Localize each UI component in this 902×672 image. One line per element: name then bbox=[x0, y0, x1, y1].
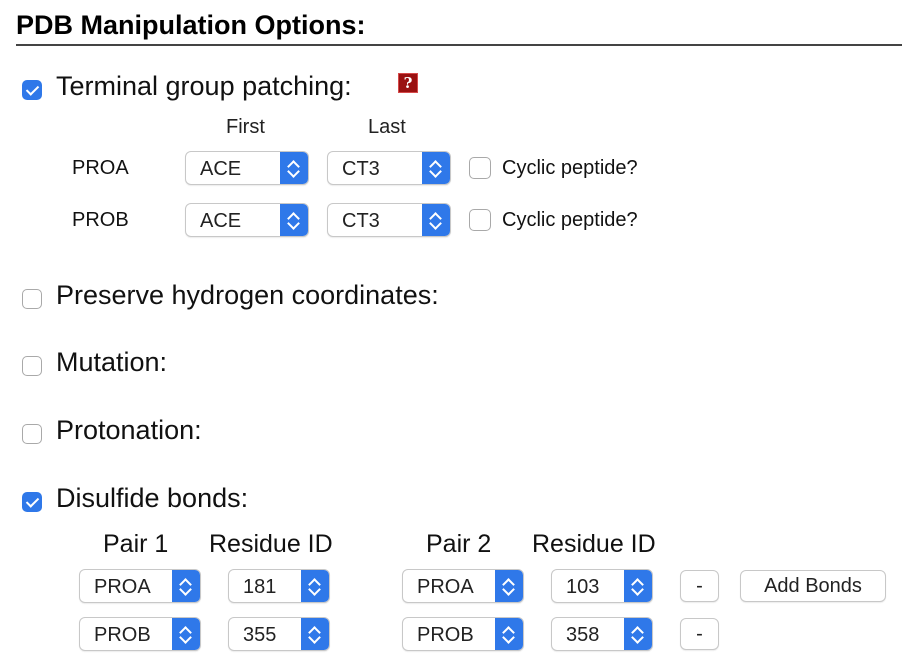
select-value: 103 bbox=[566, 576, 600, 598]
terminal-patching-label: Terminal group patching: bbox=[56, 71, 352, 101]
chevron-updown-icon bbox=[280, 152, 308, 184]
terminal-row-segment: PROA bbox=[72, 157, 129, 179]
last-terminal-select[interactable]: CT3 bbox=[327, 203, 451, 237]
pair1-segment-select[interactable]: PROA bbox=[79, 569, 201, 603]
cyclic-peptide-label: Cyclic peptide? bbox=[502, 157, 638, 179]
remove-bond-button[interactable]: - bbox=[680, 570, 719, 602]
title-divider bbox=[16, 44, 902, 46]
pair1-segment-select[interactable]: PROB bbox=[79, 617, 201, 651]
select-value: CT3 bbox=[342, 158, 380, 180]
protonation-checkbox[interactable] bbox=[22, 424, 42, 444]
last-column-header: Last bbox=[368, 116, 406, 138]
add-bonds-button[interactable]: Add Bonds bbox=[740, 570, 886, 602]
chevron-updown-icon bbox=[624, 570, 652, 602]
cyclic-peptide-checkbox[interactable] bbox=[469, 157, 491, 179]
select-value: PROB bbox=[94, 624, 151, 646]
preserve-hydrogen-checkbox[interactable] bbox=[22, 289, 42, 309]
residue2-header: Residue ID bbox=[532, 530, 656, 558]
pair1-residue-select[interactable]: 355 bbox=[228, 617, 330, 651]
first-terminal-select[interactable]: ACE bbox=[185, 203, 309, 237]
first-terminal-select[interactable]: ACE bbox=[185, 151, 309, 185]
protonation-label: Protonation: bbox=[56, 415, 202, 445]
terminal-patching-checkbox[interactable] bbox=[22, 80, 42, 100]
mutation-label: Mutation: bbox=[56, 347, 168, 377]
terminal-row-segment: PROB bbox=[72, 209, 129, 231]
select-value: PROA bbox=[94, 576, 151, 598]
chevron-updown-icon bbox=[422, 152, 450, 184]
pair2-residue-select[interactable]: 103 bbox=[551, 569, 653, 603]
pair2-residue-select[interactable]: 358 bbox=[551, 617, 653, 651]
select-value: CT3 bbox=[342, 210, 380, 232]
cyclic-peptide-checkbox[interactable] bbox=[469, 209, 491, 231]
select-value: ACE bbox=[200, 210, 242, 232]
select-value: 181 bbox=[243, 576, 277, 598]
chevron-updown-icon bbox=[624, 618, 652, 650]
select-value: PROB bbox=[417, 624, 474, 646]
cyclic-peptide-label: Cyclic peptide? bbox=[502, 209, 638, 231]
remove-bond-button[interactable]: - bbox=[680, 618, 719, 650]
chevron-updown-icon bbox=[280, 204, 308, 236]
pair1-header: Pair 1 bbox=[103, 530, 169, 558]
first-column-header: First bbox=[226, 116, 265, 138]
chevron-updown-icon bbox=[422, 204, 450, 236]
last-terminal-select[interactable]: CT3 bbox=[327, 151, 451, 185]
disulfide-bonds-checkbox[interactable] bbox=[22, 492, 42, 512]
page-title: PDB Manipulation Options: bbox=[16, 10, 366, 40]
chevron-updown-icon bbox=[495, 618, 523, 650]
pair1-residue-select[interactable]: 181 bbox=[228, 569, 330, 603]
select-value: 355 bbox=[243, 624, 277, 646]
chevron-updown-icon bbox=[172, 618, 200, 650]
help-question-icon[interactable]: ? bbox=[398, 73, 418, 93]
select-value: PROA bbox=[417, 576, 474, 598]
chevron-updown-icon bbox=[172, 570, 200, 602]
disulfide-bonds-label: Disulfide bonds: bbox=[56, 483, 249, 513]
pair2-segment-select[interactable]: PROB bbox=[402, 617, 524, 651]
residue1-header: Residue ID bbox=[209, 530, 333, 558]
mutation-checkbox[interactable] bbox=[22, 356, 42, 376]
chevron-updown-icon bbox=[495, 570, 523, 602]
pair2-header: Pair 2 bbox=[426, 530, 492, 558]
preserve-hydrogen-label: Preserve hydrogen coordinates: bbox=[56, 280, 439, 310]
pair2-segment-select[interactable]: PROA bbox=[402, 569, 524, 603]
select-value: ACE bbox=[200, 158, 242, 180]
select-value: 358 bbox=[566, 624, 600, 646]
chevron-updown-icon bbox=[301, 570, 329, 602]
chevron-updown-icon bbox=[301, 618, 329, 650]
